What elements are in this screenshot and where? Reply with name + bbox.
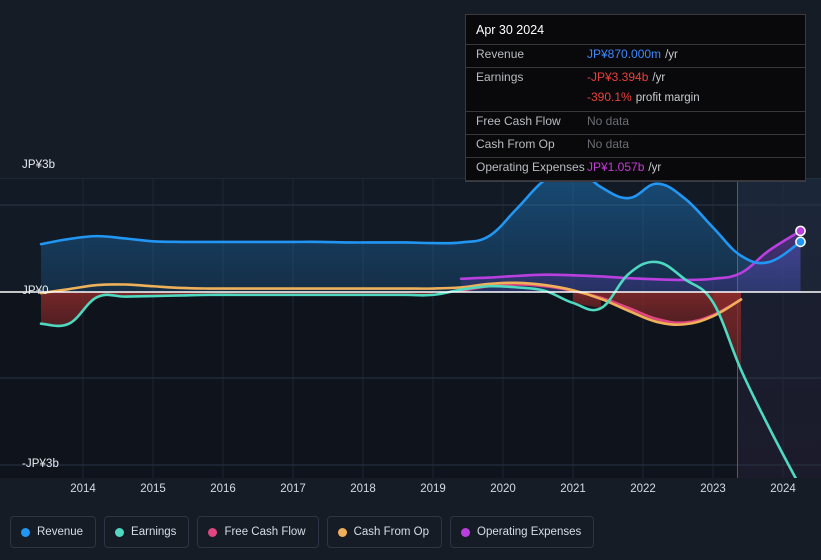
tooltip-row-unit: profit margin: [635, 92, 700, 104]
tooltip-row-unit: /yr: [665, 49, 678, 61]
legend-item-cash-from-op[interactable]: Cash From Op: [326, 516, 443, 548]
forecast-shaded-band: [737, 178, 821, 478]
x-axis-tick-2019: 2019: [420, 483, 446, 495]
y-axis-label-bottom: -JP¥3b: [22, 458, 60, 470]
x-axis-tick-2017: 2017: [280, 483, 306, 495]
legend-item-label: Cash From Op: [353, 526, 430, 538]
x-axis-tick-2015: 2015: [140, 483, 166, 495]
tooltip-row-label: Cash From Op: [476, 137, 555, 151]
chart-legend[interactable]: Revenue Earnings Free Cash Flow Cash From O…: [10, 516, 595, 548]
tooltip-rows: Revenue JP¥870.000m/yr Earnings -JP¥3.394b /…: [466, 44, 805, 180]
tooltip-row-label: Earnings: [476, 70, 524, 84]
tooltip-row-value: No data: [587, 137, 630, 151]
x-axis-tick-2018: 2018: [350, 483, 376, 495]
tooltip-row-value: JP¥870.000m: [587, 47, 662, 61]
tooltip-row-value: -JP¥3.394b: [587, 70, 649, 84]
financial-chart: JP¥3b JP¥0 -JP¥3b 2014 2015 2016 2017 2018 20…: [0, 0, 821, 560]
legend-item-label: Earnings: [131, 526, 177, 538]
legend-item-revenue[interactable]: Revenue: [10, 516, 97, 548]
tooltip-row: -390.1% profit margin: [466, 90, 805, 111]
x-axis-tick-2021: 2021: [560, 483, 586, 495]
y-axis-label-zero: JP¥0: [22, 285, 49, 297]
legend-item-label: Free Cash Flow: [224, 526, 306, 538]
tooltip-row-unit: /yr: [648, 162, 662, 174]
legend-item-earnings[interactable]: Earnings: [104, 516, 190, 548]
tooltip-row-label: Revenue: [476, 47, 525, 61]
x-axis-tick-2022: 2022: [630, 483, 656, 495]
legend-color-dot-icon: [208, 527, 218, 537]
tooltip-row-label: Operating Expenses: [476, 160, 585, 174]
plot-area: [0, 178, 821, 478]
endpoint-marker-revenue: [795, 236, 806, 248]
tooltip-row-value: No data: [587, 114, 630, 128]
tooltip-row: Operating Expenses JP¥1.057b/yr: [466, 157, 805, 180]
legend-item-label: Revenue: [37, 526, 84, 538]
tooltip-bottom-divider: [466, 180, 805, 181]
tooltip-row-label: Free Cash Flow: [476, 114, 561, 128]
tooltip-row: Free Cash Flow No data: [466, 111, 805, 134]
tooltip-row: Earnings -JP¥3.394b/yr: [466, 67, 805, 90]
x-axis-tick-2016: 2016: [210, 483, 236, 495]
legend-item-label: Operating Expenses: [477, 526, 582, 538]
tooltip-row-unit: /yr: [652, 72, 666, 84]
legend-color-dot-icon: [21, 527, 30, 537]
legend-item-free-cash-flow[interactable]: Free Cash Flow: [197, 516, 319, 548]
legend-color-dot-icon: [115, 527, 125, 537]
data-tooltip: Apr 30 2024 Revenue JP¥870.000m/yr Earning…: [465, 14, 806, 182]
x-axis-tick-2014: 2014: [70, 483, 96, 495]
x-axis: 2014 2015 2016 2017 2018 2019 2020 2021 2022 2023…: [0, 483, 821, 501]
legend-color-dot-icon: [461, 527, 471, 537]
tooltip-row-value: -390.1%: [587, 90, 632, 104]
x-axis-tick-2020: 2020: [490, 483, 516, 495]
tooltip-row-value: JP¥1.057b: [587, 160, 645, 174]
tooltip-row: Cash From Op No data: [466, 134, 805, 157]
endpoint-marker-operating-expenses: [795, 225, 806, 237]
plot-svg: [0, 178, 821, 478]
x-axis-tick-2023: 2023: [700, 483, 726, 495]
tooltip-date: Apr 30 2024: [476, 23, 545, 37]
y-axis-label-top: JP¥3b: [22, 159, 56, 171]
tooltip-row: Revenue JP¥870.000m/yr: [466, 44, 805, 67]
legend-color-dot-icon: [337, 527, 347, 537]
x-axis-tick-2024: 2024: [770, 483, 796, 495]
legend-item-operating-expenses[interactable]: Operating Expenses: [450, 516, 595, 548]
